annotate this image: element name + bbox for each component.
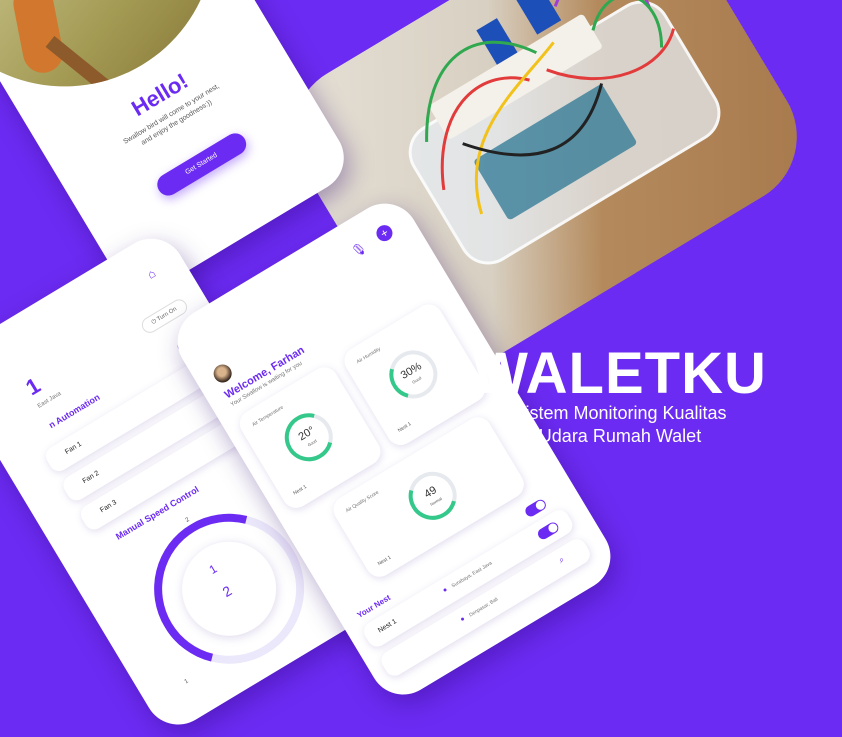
add-button[interactable]: + bbox=[373, 222, 396, 245]
search-icon[interactable]: ⌕ bbox=[557, 554, 567, 566]
nest-toggle[interactable] bbox=[523, 497, 548, 519]
brand-subtitle-line2: Udara Rumah Walet bbox=[538, 426, 702, 446]
poster-canvas: { "brand": { "title": "WALETKU", "subtit… bbox=[0, 0, 842, 737]
brand-title: WALETKU bbox=[473, 341, 767, 406]
page-title-fragment: 1 bbox=[21, 372, 45, 401]
dial-tick: 1 bbox=[183, 678, 190, 686]
dial-tick: 2 bbox=[184, 516, 191, 524]
card-nest: Nest 1 bbox=[396, 421, 413, 434]
nest-location: Denpasar, Bali bbox=[468, 596, 500, 619]
nest-location: Surabaya, East Java bbox=[450, 560, 494, 590]
home-icon[interactable]: ⌂ bbox=[145, 266, 158, 282]
nest-name: Nest 1 bbox=[376, 618, 398, 635]
location-pin-icon: ● bbox=[459, 615, 467, 624]
fan-label: Fan 3 bbox=[99, 499, 119, 515]
fan-label: Fan 2 bbox=[81, 469, 101, 486]
card-label: Air Humidity bbox=[355, 346, 382, 366]
mic-icon[interactable]: 🎙 bbox=[349, 240, 369, 260]
card-label: Air Temperature bbox=[251, 404, 285, 429]
card-nest: Nest 1 bbox=[292, 484, 308, 497]
location-pin-icon: ● bbox=[441, 586, 449, 595]
fan-label: Fan 1 bbox=[64, 440, 84, 456]
card-nest: Nest 1 bbox=[376, 554, 393, 568]
brand-subtitle-line1: Sistem Monitoring Kualitas bbox=[513, 403, 727, 423]
get-started-button[interactable]: Get Started bbox=[153, 129, 251, 200]
nest-1-toggle[interactable] bbox=[535, 520, 561, 542]
turn-on-label: Turn On bbox=[156, 306, 179, 323]
card-label: Air Quality Score bbox=[344, 489, 381, 515]
avatar bbox=[210, 361, 236, 386]
